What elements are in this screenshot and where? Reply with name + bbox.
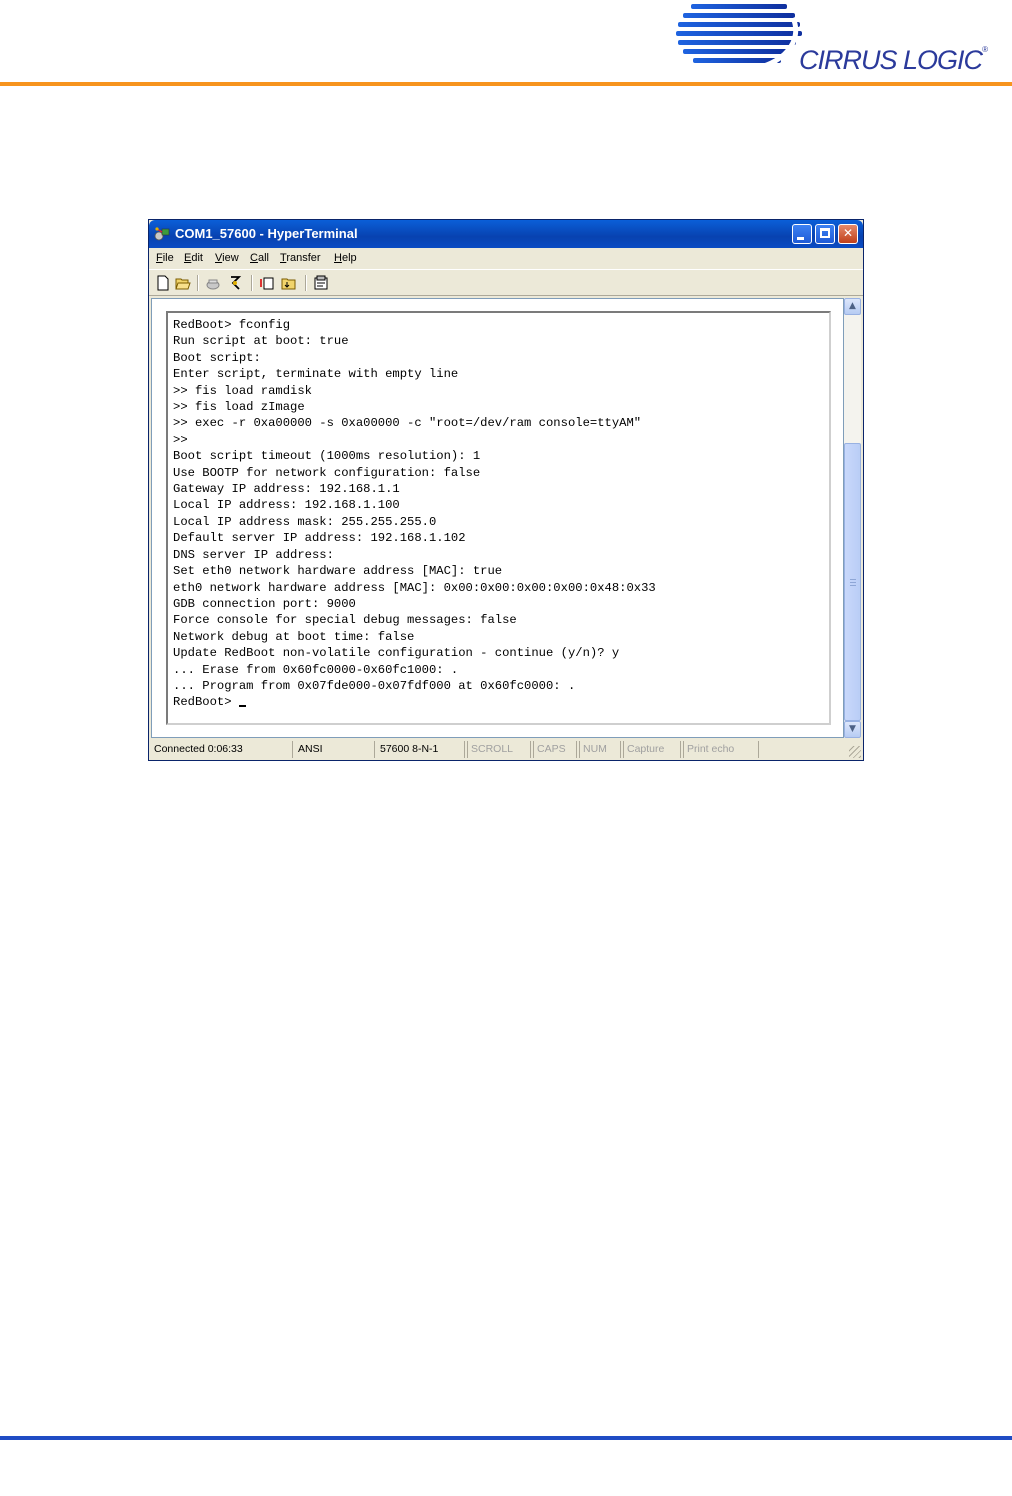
vertical-scrollbar[interactable]: ▲ ▼: [844, 298, 861, 738]
scroll-up-button[interactable]: ▲: [844, 298, 861, 315]
toolbar-separator: [251, 275, 253, 291]
properties-icon[interactable]: [313, 275, 329, 291]
maximize-button[interactable]: [815, 224, 835, 244]
status-caps: CAPS: [533, 741, 577, 758]
text-cursor: [238, 705, 246, 708]
menu-transfer[interactable]: Transfer: [280, 252, 321, 264]
grip-icon: [850, 579, 856, 586]
menu-view[interactable]: View: [215, 252, 239, 264]
window-title: COM1_57600 - HyperTerminal: [175, 226, 358, 241]
minimize-button[interactable]: [792, 224, 812, 244]
scroll-down-button[interactable]: ▼: [844, 721, 861, 738]
open-icon[interactable]: [175, 275, 191, 291]
phone-icon[interactable]: [205, 275, 221, 291]
status-scroll: SCROLL: [467, 741, 531, 758]
brand-name: CIRRUS LOGIC: [799, 45, 983, 75]
menu-file[interactable]: File: [156, 252, 174, 264]
terminal-line: Boot script:: [173, 350, 261, 365]
new-icon[interactable]: [155, 275, 171, 291]
terminal-area[interactable]: RedBoot> fconfig Run script at boot: tru…: [151, 298, 844, 738]
terminal-line: RedBoot> fconfig: [173, 318, 291, 332]
minimize-icon: [797, 237, 804, 240]
cirrus-swirl-icon: [676, 4, 802, 73]
status-bar: Connected 0:06:33 ANSI 57600 8-N-1 SCROL…: [149, 739, 863, 760]
terminal-line: Set eth0 network hardware address [MAC]:…: [173, 564, 503, 579]
terminal-screen[interactable]: RedBoot> fconfig Run script at boot: tru…: [166, 311, 831, 725]
terminal-line: Boot script timeout (1000ms resolution):…: [173, 449, 481, 464]
status-connected: Connected 0:06:33: [151, 741, 293, 758]
cirrus-logic-logo: CIRRUS LOGIC®: [675, 0, 1010, 80]
hyperterminal-icon: [154, 227, 170, 241]
terminal-line: >> fis load zImage: [173, 400, 305, 415]
terminal-line: Network debug at boot time: false: [173, 629, 415, 644]
terminal-output: RedBoot> fconfig Run script at boot: tru…: [173, 317, 656, 711]
terminal-line: Default server IP address: 192.168.1.102: [173, 531, 466, 546]
receive-icon[interactable]: [281, 275, 297, 291]
terminal-line: Local IP address: 192.168.1.100: [173, 498, 400, 513]
terminal-line: Gateway IP address: 192.168.1.1: [173, 482, 400, 497]
maximize-icon: [820, 228, 830, 238]
resize-grip-icon[interactable]: [849, 746, 861, 758]
status-capture: Capture: [623, 741, 681, 758]
terminal-line: DNS server IP address:: [173, 547, 334, 562]
send-icon[interactable]: [259, 275, 275, 291]
menu-edit[interactable]: Edit: [184, 252, 203, 264]
close-icon: ✕: [842, 226, 854, 240]
registered-mark: ®: [982, 45, 988, 54]
chevron-down-icon: ▼: [849, 724, 856, 734]
title-bar[interactable]: COM1_57600 - HyperTerminal ✕: [149, 220, 863, 248]
terminal-line: ... Erase from 0x60fc0000-0x60fc1000: .: [173, 662, 459, 677]
scroll-thumb[interactable]: [844, 443, 861, 721]
status-num: NUM: [579, 741, 621, 758]
terminal-line: Force console for special debug messages…: [173, 613, 517, 628]
footer-rule: [0, 1436, 1012, 1440]
header-rule: [0, 82, 1012, 86]
toolbar: [149, 269, 863, 296]
menu-help[interactable]: Help: [334, 252, 357, 264]
hyperterminal-window: COM1_57600 - HyperTerminal ✕ File Edit V…: [148, 219, 864, 761]
terminal-line: ... Program from 0x07fde000-0x07fdf000 a…: [173, 678, 576, 693]
status-emulation: ANSI: [295, 741, 375, 758]
toolbar-separator: [197, 275, 199, 291]
menu-bar: File Edit View Call Transfer Help: [149, 248, 863, 268]
terminal-line: GDB connection port: 9000: [173, 596, 356, 611]
terminal-prompt: RedBoot>: [173, 695, 239, 710]
terminal-line: >> fis load ramdisk: [173, 383, 312, 398]
terminal-line: eth0 network hardware address [MAC]: 0x0…: [173, 580, 656, 595]
disconnect-icon[interactable]: [227, 275, 243, 291]
terminal-line: Local IP address mask: 255.255.255.0: [173, 514, 437, 529]
close-button[interactable]: ✕: [838, 224, 858, 244]
status-port-settings: 57600 8-N-1: [377, 741, 465, 758]
terminal-line: Use BOOTP for network configuration: fal…: [173, 465, 481, 480]
status-print-echo: Print echo: [683, 741, 759, 758]
terminal-line: Run script at boot: true: [173, 334, 349, 349]
chevron-up-icon: ▲: [849, 301, 856, 311]
terminal-line: Update RedBoot non-volatile configuratio…: [173, 646, 620, 661]
terminal-line: Enter script, terminate with empty line: [173, 367, 459, 382]
toolbar-separator: [305, 275, 307, 291]
terminal-line: >> exec -r 0xa00000 -s 0xa00000 -c "root…: [173, 416, 642, 431]
terminal-line: >>: [173, 432, 188, 447]
menu-call[interactable]: Call: [250, 252, 269, 264]
